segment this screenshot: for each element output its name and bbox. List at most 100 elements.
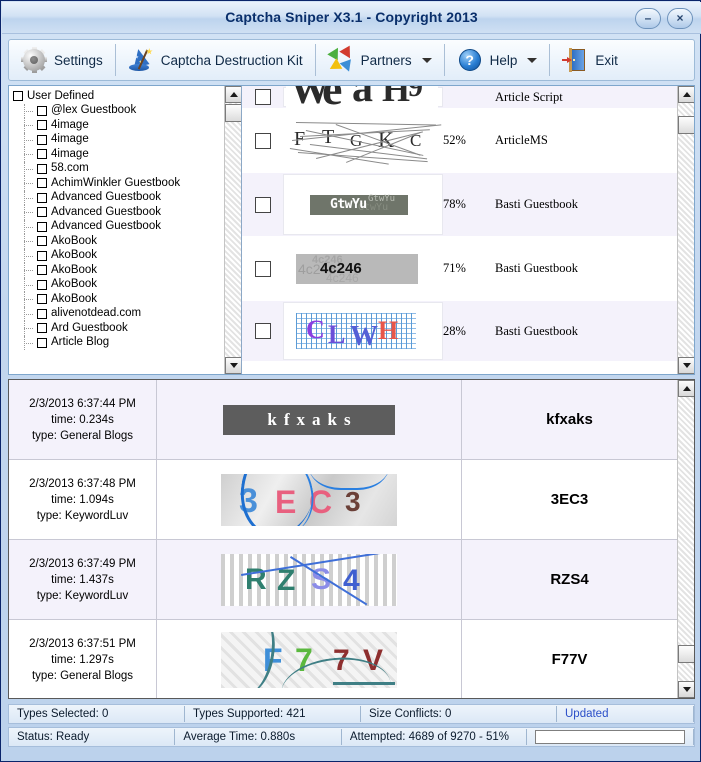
scrollbar-thumb[interactable] [678, 116, 694, 134]
tree-item-label: AkoBook [51, 292, 98, 305]
captcha-char: f [283, 409, 290, 429]
toolbar-exit-button[interactable]: Exit [550, 40, 630, 80]
tree-item[interactable]: alivenotdead.com [13, 306, 224, 322]
tree-item-label: Advanced Guestbook [51, 205, 161, 218]
tree-item[interactable]: AchimWinkler Guestbook [13, 176, 224, 191]
captcha-char: x [296, 409, 306, 429]
tree-item-label: Article Blog [51, 336, 110, 349]
scroll-down-button[interactable] [678, 357, 694, 374]
result-row[interactable]: 2/3/2013 6:37:51 PM time: 1.297s type: G… [9, 620, 677, 698]
captcha-row[interactable]: F T G K C [242, 108, 677, 173]
captcha-image-4c246: 4c246 4c246 4c246 4c246 [296, 253, 418, 285]
toolbar-exit-label: Exit [595, 52, 618, 68]
checkbox-icon[interactable] [37, 178, 47, 189]
captcha-row[interactable]: GtwYu GtwYu GtwYu 78% Basti Guestbook [242, 173, 677, 236]
captcha-row[interactable]: 4c246 4c246 4c246 4c246 71% Basti Guestb… [242, 236, 677, 301]
scrollbar-thumb[interactable] [225, 104, 241, 122]
checkbox-icon[interactable] [254, 89, 271, 105]
toolbar-help-button[interactable]: ? Help [445, 40, 550, 80]
toolbar-settings-label: Settings [54, 52, 103, 68]
checkbox-icon[interactable] [37, 163, 47, 174]
captcha-row-name: ArticleMS [495, 133, 548, 147]
toolbar-captcha-destruction-kit-button[interactable]: Captcha Destruction Kit [116, 40, 315, 80]
tree-item[interactable]: Advanced Guestbook [13, 219, 224, 235]
toolbar-partners-button[interactable]: Partners [316, 40, 444, 80]
captcha-char: k [327, 409, 337, 429]
tree-item[interactable]: 58.com [13, 161, 224, 177]
scroll-up-button[interactable] [678, 380, 694, 397]
tree-root-node[interactable]: User Defined [13, 89, 224, 104]
tree-item-label: 58.com [51, 162, 89, 175]
tree-item[interactable]: 4image [13, 118, 224, 133]
scroll-up-button[interactable] [678, 86, 694, 103]
captcha-types-tree: User Defined @lex Guestbook 4image 4imag… [9, 86, 242, 374]
toolbar-captcha-destruction-kit-label: Captcha Destruction Kit [160, 52, 303, 68]
checkbox-icon[interactable] [37, 120, 47, 131]
wizard-hat-icon [128, 47, 154, 73]
checkbox-icon[interactable] [254, 323, 271, 339]
tree-item[interactable]: AkoBook [13, 277, 224, 293]
size-conflicts-status: Size Conflicts: 0 [369, 708, 452, 720]
checkbox-icon[interactable] [37, 279, 47, 290]
captcha-row[interactable]: W e a H 9 Article Script [242, 86, 677, 108]
checkbox-icon[interactable] [37, 308, 47, 319]
scroll-up-button[interactable] [225, 86, 241, 103]
update-status-link[interactable]: Updated [557, 705, 693, 723]
result-row[interactable]: 2/3/2013 6:37:44 PM time: 0.234s type: G… [9, 380, 677, 460]
checkbox-icon[interactable] [37, 323, 47, 334]
tree-vertical-scrollbar[interactable] [224, 86, 241, 374]
tree-item[interactable]: @lex Guestbook [13, 103, 224, 119]
result-row[interactable]: 2/3/2013 6:37:48 PM time: 1.094s type: K… [9, 460, 677, 540]
result-row[interactable]: 2/3/2013 6:37:49 PM time: 1.437s type: K… [9, 540, 677, 620]
tree-item[interactable]: 4image [13, 132, 224, 148]
tree-item[interactable]: AkoBook [13, 263, 224, 278]
checkbox-icon[interactable] [37, 221, 47, 232]
result-type: type: KeywordLuv [36, 589, 129, 602]
tree-item[interactable]: 4image [13, 147, 224, 162]
result-timestamp: 2/3/2013 6:37:44 PM [29, 397, 136, 410]
captcha-image-f77v: F 7 7 V [221, 631, 397, 688]
checkbox-icon[interactable] [254, 132, 271, 149]
scroll-down-button[interactable] [225, 357, 241, 374]
application-window: Captcha Sniper X3.1 - Copyright 2013 – ×… [0, 0, 701, 762]
status-text: Status: Ready [17, 731, 90, 743]
checkbox-icon[interactable] [254, 260, 271, 277]
result-type: type: KeywordLuv [36, 509, 129, 522]
checkbox-icon[interactable] [254, 196, 271, 213]
checkbox-icon[interactable] [37, 105, 47, 116]
checkbox-icon[interactable] [37, 207, 47, 218]
captcha-row[interactable]: C L W H 28% Basti Guestbook [242, 301, 677, 361]
close-icon: × [676, 10, 684, 25]
checkbox-icon[interactable] [37, 250, 47, 261]
captcha-list-vertical-scrollbar[interactable] [677, 86, 694, 374]
scroll-down-button[interactable] [678, 681, 694, 698]
checkbox-icon[interactable] [37, 149, 47, 160]
tree-item[interactable]: Advanced Guestbook [13, 190, 224, 206]
toolbar-settings-button[interactable]: Settings [9, 40, 115, 80]
captcha-samples-list: W e a H 9 Article Script [242, 86, 694, 374]
checkbox-icon[interactable] [37, 192, 47, 203]
result-solved-text: RZS4 [550, 571, 589, 588]
minimize-button[interactable]: – [635, 7, 661, 29]
tree-item[interactable]: AkoBook [13, 234, 224, 249]
checkbox-icon[interactable] [37, 265, 47, 276]
scrollbar-thumb[interactable] [678, 645, 694, 663]
progress-bar [535, 730, 686, 744]
tree-item-label: @lex Guestbook [51, 104, 137, 117]
results-vertical-scrollbar[interactable] [677, 380, 694, 698]
checkbox-icon[interactable] [37, 337, 47, 348]
tree-item[interactable]: AkoBook [13, 248, 224, 264]
captcha-row-checkbox-cell [242, 236, 283, 301]
tree-item[interactable]: Advanced Guestbook [13, 205, 224, 220]
tree-item[interactable]: Ard Guestbook [13, 321, 224, 336]
checkbox-icon[interactable] [37, 134, 47, 145]
checkbox-icon[interactable] [37, 294, 47, 305]
status-bar-bottom: Status: Ready Average Time: 0.880s Attem… [8, 727, 695, 747]
tree-item[interactable]: AkoBook [13, 292, 224, 307]
checkbox-icon[interactable] [13, 91, 23, 102]
captcha-row-name: Basti Guestbook [495, 197, 578, 211]
checkbox-icon[interactable] [37, 236, 47, 247]
arrows-icon [328, 47, 354, 73]
tree-item[interactable]: Article Blog [13, 335, 224, 351]
close-button[interactable]: × [667, 7, 693, 29]
